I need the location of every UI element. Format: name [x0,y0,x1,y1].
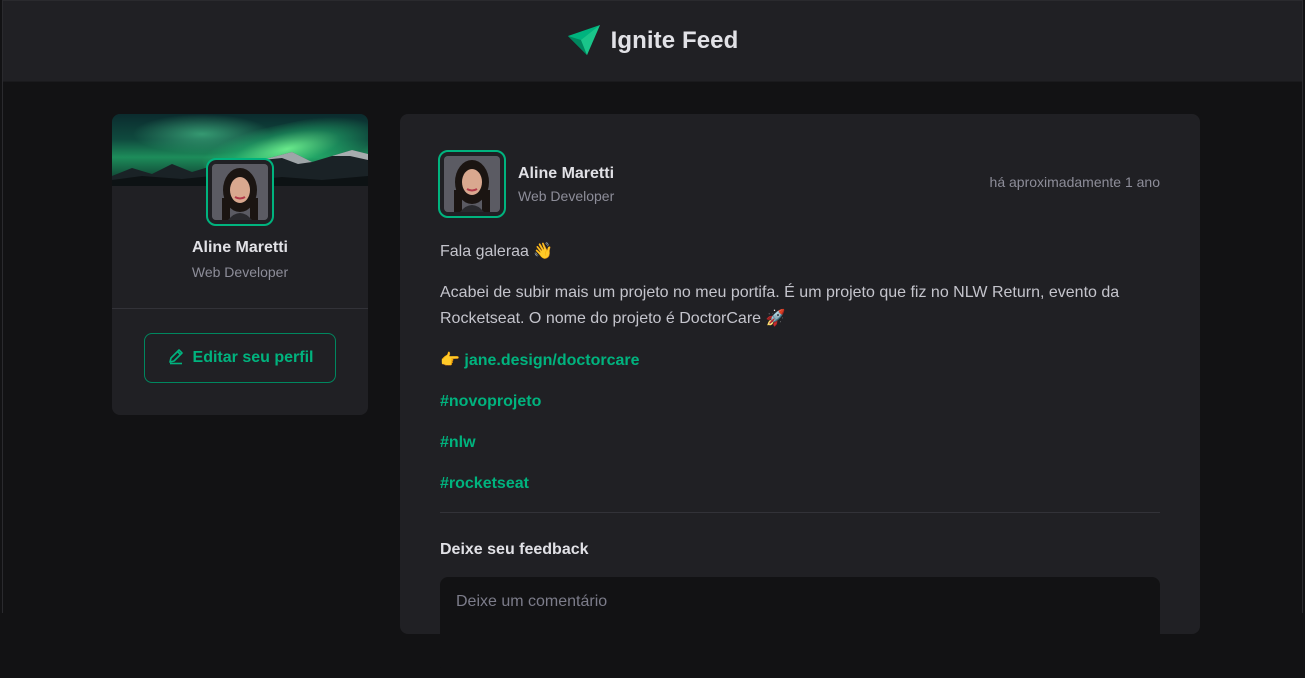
divider [440,512,1160,513]
post-card: Aline Maretti Web Developer há aproximad… [400,114,1200,673]
author-avatar[interactable] [438,150,506,218]
post-header: Aline Maretti Web Developer há aproximad… [438,150,1160,218]
top-header: Ignite Feed [3,0,1302,82]
app-logo[interactable]: Ignite Feed [567,24,739,58]
feedback-title: Deixe seu feedback [440,541,589,558]
paragraph-line-2: Rocketseat. O nome do projeto é DoctorCa… [440,310,762,327]
author-info: Aline Maretti Web Developer [518,164,614,204]
hashtag-line: #rocketseat [440,471,1160,496]
hashtag-line: #nlw [440,430,1160,455]
ignite-logo-icon [567,24,601,58]
edit-profile-label: Editar seu perfil [192,349,314,366]
app-title: Ignite Feed [610,27,739,54]
hashtag-line: #novoprojeto [440,389,1160,414]
greeting-text: Fala galeraa [440,243,529,260]
pointing-hand-emoji-icon: 👉 [440,350,460,369]
profile-sidebar: Aline Maretti Web Developer Editar seu p… [112,114,368,415]
profile-role: Web Developer [191,264,289,280]
profile-name: Aline Maretti [191,239,288,256]
comment-input[interactable] [440,577,1160,673]
avatar[interactable] [206,158,274,226]
post-timestamp: há aproximadamente 1 ano [989,174,1160,190]
edit-profile-button[interactable]: Editar seu perfil [144,333,336,383]
post-content: Fala galeraa 👋 Acabei de subir mais um p… [440,238,1160,496]
rocket-emoji-icon: 🚀 [765,308,786,327]
post-link-line: 👉 jane.design/doctorcare [440,347,1160,373]
project-link[interactable]: jane.design/doctorcare [464,352,639,369]
app-window: Ignite Feed Aline Maretti Web Developer … [2,0,1303,673]
author-role: Web Developer [518,188,615,204]
wave-emoji-icon: 👋 [533,241,554,260]
paragraph-line-1: Acabei de subir mais um projeto no meu p… [440,284,1120,301]
author-name: Aline Maretti [518,165,615,182]
hashtag-link[interactable]: #rocketseat [440,475,529,492]
hashtag-link[interactable]: #nlw [440,434,476,451]
post-greeting: Fala galeraa 👋 [440,238,1160,264]
pencil-icon [167,347,185,370]
post-paragraph: Acabei de subir mais um projeto no meu p… [440,280,1160,331]
divider [112,308,368,309]
hashtag-link[interactable]: #novoprojeto [440,393,541,410]
